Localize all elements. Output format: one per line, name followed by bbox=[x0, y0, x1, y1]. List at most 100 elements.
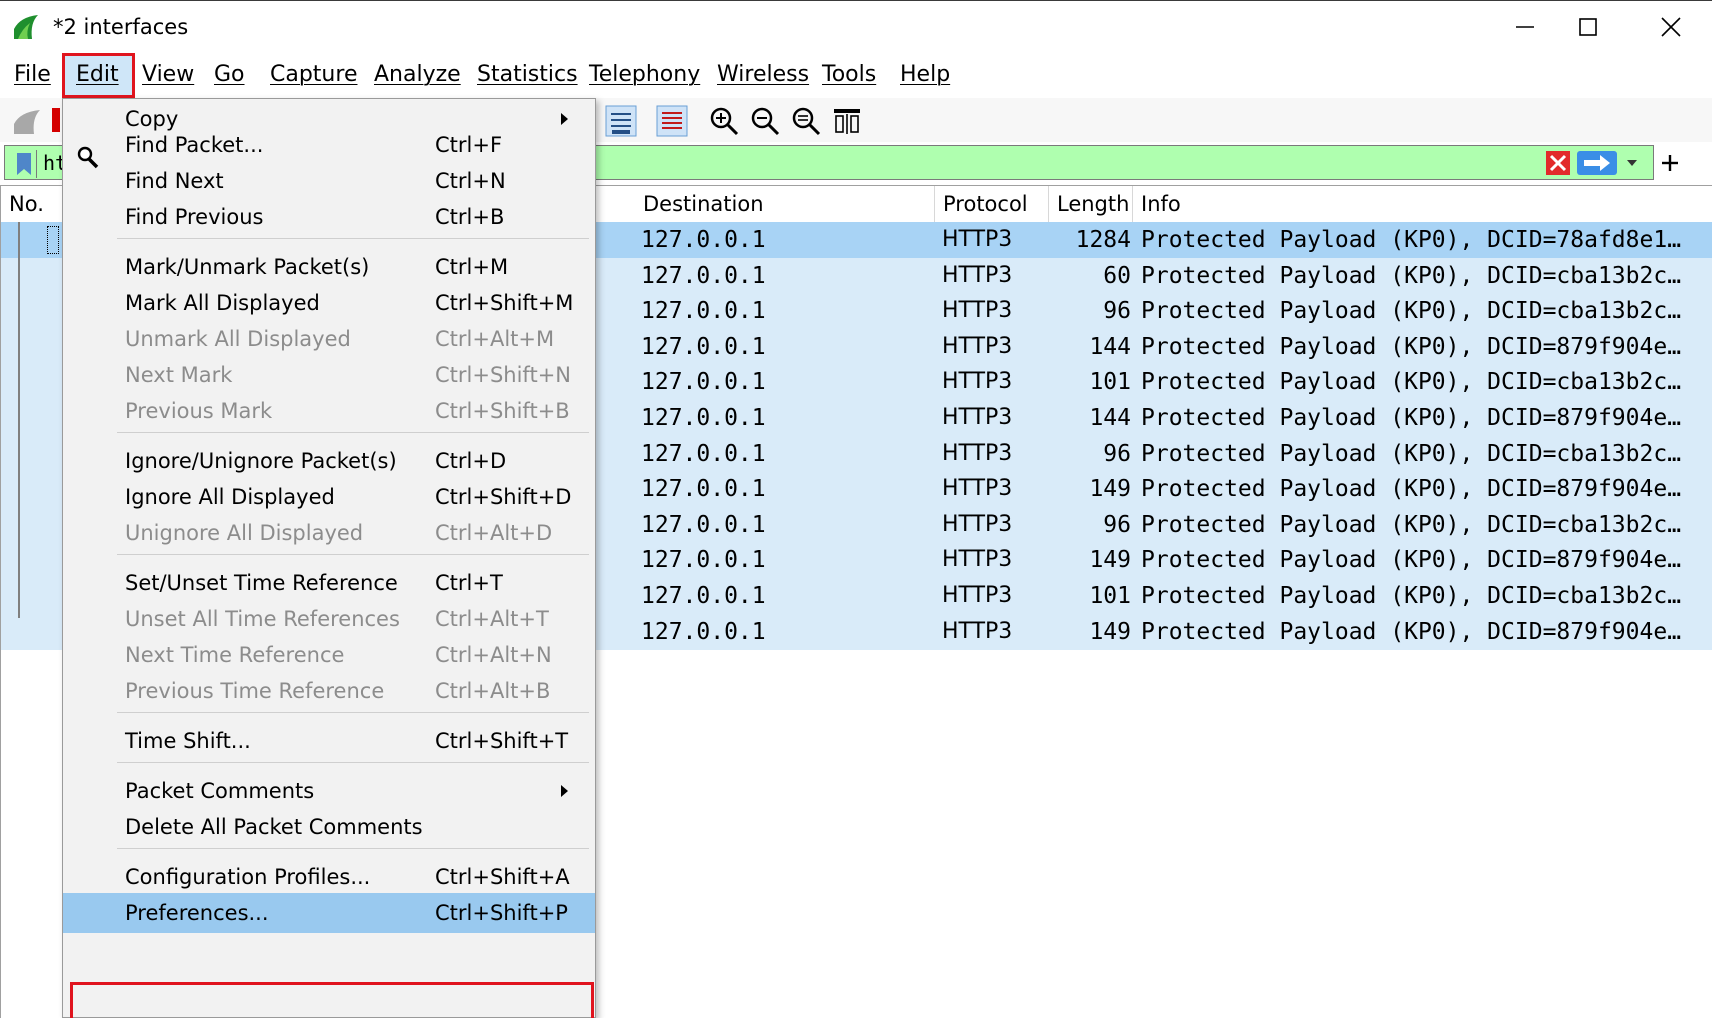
minimize-icon bbox=[1516, 26, 1534, 28]
menu-item-delete-all-packet-comments[interactable]: Delete All Packet Comments bbox=[63, 807, 595, 847]
menu-item-label: Find Previous bbox=[125, 205, 264, 229]
menu-item-time-shift[interactable]: Time Shift... Ctrl+Shift+T bbox=[63, 721, 595, 761]
menu-go[interactable]: Go bbox=[214, 61, 245, 89]
menu-item-shortcut: Ctrl+F bbox=[435, 133, 503, 157]
cell-destination: 127.0.0.1 bbox=[641, 227, 766, 253]
menu-item-mark-unmark-packet-s[interactable]: Mark/Unmark Packet(s) Ctrl+M bbox=[63, 247, 595, 287]
cell-protocol: HTTP3 bbox=[942, 369, 1013, 395]
start-capture-icon[interactable] bbox=[10, 104, 44, 138]
menu-item-shortcut: Ctrl+Shift+T bbox=[435, 729, 569, 753]
focus-indicator bbox=[47, 226, 59, 254]
menu-bar: File View Go Capture Analyze Statistics … bbox=[0, 52, 1712, 98]
menu-item-unmark-all-displayed: Unmark All Displayed Ctrl+Alt+M bbox=[63, 319, 595, 359]
apply-filter-icon[interactable] bbox=[1576, 150, 1618, 176]
cell-protocol: HTTP3 bbox=[942, 476, 1013, 502]
menu-item-configuration-profiles[interactable]: Configuration Profiles... Ctrl+Shift+A bbox=[63, 857, 595, 897]
menu-item-label: Next Time Reference bbox=[125, 643, 345, 667]
menu-item-label: Next Mark bbox=[125, 363, 233, 387]
menu-tools[interactable]: Tools bbox=[822, 61, 876, 89]
cell-protocol: HTTP3 bbox=[942, 583, 1013, 608]
menu-separator bbox=[117, 432, 589, 433]
cell-info: Protected Payload (KP0), DCID=78afd8e1… bbox=[1141, 227, 1682, 253]
menu-item-previous-time-reference: Previous Time Reference Ctrl+Alt+B bbox=[63, 671, 595, 711]
menu-item-shortcut: Ctrl+Alt+N bbox=[435, 643, 552, 667]
conversation-line bbox=[18, 222, 20, 618]
menu-item-ignore-all-displayed[interactable]: Ignore All Displayed Ctrl+Shift+D bbox=[63, 477, 595, 517]
cell-protocol: HTTP3 bbox=[942, 227, 1013, 252]
zoom-in-icon[interactable] bbox=[707, 104, 741, 138]
menu-view[interactable]: View bbox=[142, 61, 194, 89]
menu-help[interactable]: Help bbox=[900, 61, 950, 89]
menu-item-preferences[interactable]: Preferences... Ctrl+Shift+P bbox=[63, 893, 595, 933]
menu-capture[interactable]: Capture bbox=[270, 61, 357, 89]
cell-destination: 127.0.0.1 bbox=[641, 511, 766, 538]
menu-separator bbox=[117, 848, 589, 849]
menu-wireless[interactable]: Wireless bbox=[717, 61, 809, 89]
column-header-no[interactable]: No. bbox=[1, 186, 66, 222]
zoom-out-icon[interactable] bbox=[748, 104, 782, 138]
normal-size-icon[interactable] bbox=[789, 104, 823, 138]
menu-item-set-unset-time-reference[interactable]: Set/Unset Time Reference Ctrl+T bbox=[63, 563, 595, 603]
resize-columns-icon[interactable] bbox=[830, 104, 864, 138]
menu-item-ignore-unignore-packet-s[interactable]: Ignore/Unignore Packet(s) Ctrl+D bbox=[63, 441, 595, 481]
menu-item-find-packet[interactable]: Find Packet... Ctrl+F bbox=[63, 125, 595, 165]
edit-menu-dropdown: Copy Find Packet... Ctrl+F Find Next Ctrl+N F… bbox=[62, 98, 596, 1018]
bookmark-icon bbox=[17, 153, 31, 175]
menu-analyze[interactable]: Analyze bbox=[374, 61, 461, 89]
menu-item-packet-comments[interactable]: Packet Comments bbox=[63, 771, 595, 811]
cell-length: 1284 bbox=[1075, 227, 1131, 253]
cell-destination: 127.0.0.1 bbox=[641, 369, 766, 396]
menu-file[interactable]: File bbox=[14, 61, 51, 89]
cell-protocol: HTTP3 bbox=[942, 262, 1013, 288]
menu-item-shortcut: Ctrl+Alt+M bbox=[435, 327, 555, 351]
cell-protocol: HTTP3 bbox=[942, 547, 1013, 573]
title-bar: *2 interfaces bbox=[0, 0, 1712, 52]
menu-item-label: Time Shift... bbox=[125, 729, 251, 753]
menu-item-shortcut: Ctrl+Shift+D bbox=[435, 485, 572, 509]
cell-protocol: HTTP3 bbox=[942, 618, 1013, 644]
cell-length: 96 bbox=[1103, 440, 1131, 467]
maximize-icon bbox=[1579, 18, 1597, 36]
cell-destination: 127.0.0.1 bbox=[641, 298, 766, 325]
menu-telephony[interactable]: Telephony bbox=[589, 61, 700, 89]
menu-item-shortcut: Ctrl+T bbox=[435, 571, 503, 595]
menu-edit[interactable]: Edit bbox=[76, 61, 119, 89]
menu-item-unset-all-time-references: Unset All Time References Ctrl+Alt+T bbox=[63, 599, 595, 639]
column-header-destination[interactable]: Destination bbox=[635, 186, 935, 222]
menu-item-mark-all-displayed[interactable]: Mark All Displayed Ctrl+Shift+M bbox=[63, 283, 595, 323]
add-filter-button-icon[interactable] bbox=[1660, 153, 1680, 173]
auto-scroll-icon[interactable] bbox=[655, 104, 689, 138]
menu-separator bbox=[117, 712, 589, 713]
menu-item-shortcut: Ctrl+Shift+A bbox=[435, 865, 570, 889]
menu-item-label: Mark All Displayed bbox=[125, 291, 320, 315]
menu-item-next-time-reference: Next Time Reference Ctrl+Alt+N bbox=[63, 635, 595, 675]
column-header-length[interactable]: Length bbox=[1049, 186, 1133, 222]
cell-info: Protected Payload (KP0), DCID=879f904e… bbox=[1141, 405, 1682, 431]
cell-destination: 127.0.0.1 bbox=[641, 262, 766, 289]
maximize-button[interactable] bbox=[1547, 1, 1629, 53]
cell-length: 149 bbox=[1089, 476, 1131, 503]
menu-statistics[interactable]: Statistics bbox=[477, 61, 578, 89]
colorize-list-icon[interactable] bbox=[604, 104, 638, 138]
cell-protocol: HTTP3 bbox=[942, 298, 1013, 324]
menu-item-find-previous[interactable]: Find Previous Ctrl+B bbox=[63, 197, 595, 237]
column-header-info[interactable]: Info bbox=[1133, 186, 1712, 222]
cell-protocol: HTTP3 bbox=[942, 333, 1013, 359]
filter-history-dropdown-icon[interactable] bbox=[1624, 155, 1640, 171]
menu-item-find-next[interactable]: Find Next Ctrl+N bbox=[63, 161, 595, 201]
menu-item-label: Find Next bbox=[125, 169, 224, 193]
filter-bookmark-button[interactable] bbox=[11, 150, 37, 178]
cell-info: Protected Payload (KP0), DCID=879f904e… bbox=[1141, 476, 1682, 503]
cell-info: Protected Payload (KP0), DCID=879f904e… bbox=[1141, 547, 1682, 574]
stop-capture-icon[interactable] bbox=[52, 108, 60, 132]
menu-item-shortcut: Ctrl+B bbox=[435, 205, 505, 229]
submenu-arrow-icon bbox=[561, 113, 568, 125]
menu-item-label: Mark/Unmark Packet(s) bbox=[125, 255, 370, 279]
close-button[interactable] bbox=[1630, 1, 1712, 53]
menu-item-label: Configuration Profiles... bbox=[125, 865, 371, 889]
column-header-protocol[interactable]: Protocol bbox=[935, 186, 1049, 222]
clear-filter-icon[interactable] bbox=[1545, 150, 1571, 176]
menu-item-shortcut: Ctrl+Shift+P bbox=[435, 901, 568, 925]
menu-item-label: Set/Unset Time Reference bbox=[125, 571, 398, 595]
cell-destination: 127.0.0.1 bbox=[641, 333, 766, 360]
